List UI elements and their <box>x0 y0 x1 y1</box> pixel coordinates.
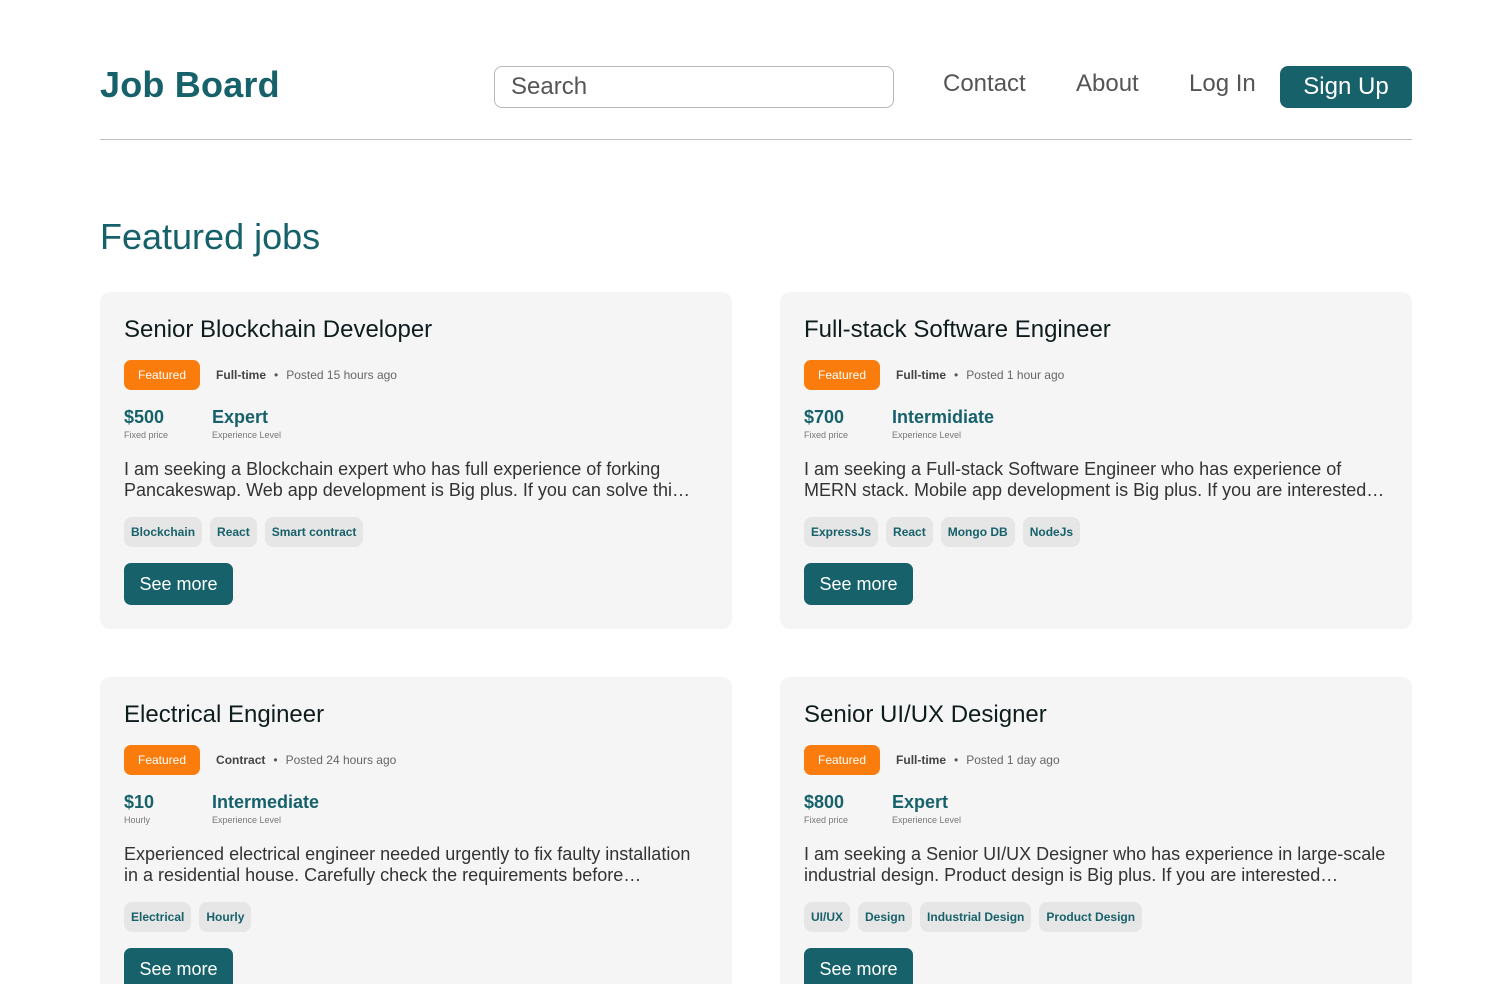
see-more-button[interactable]: See more <box>804 948 913 984</box>
job-description: I am seeking a Blockchain expert who has… <box>124 459 690 500</box>
price-value: $800 <box>804 792 845 812</box>
job-description: Experienced electrical engineer needed u… <box>124 844 691 885</box>
skill-tag[interactable]: UI/UX <box>804 902 851 932</box>
header-divider <box>100 139 1412 140</box>
skill-tag[interactable]: NodeJs <box>1022 517 1081 547</box>
header: Job Board Contact About Log In Sign Up <box>100 56 1412 118</box>
skill-tag[interactable]: Blockchain <box>124 517 203 547</box>
posted-time: Posted 15 hours ago <box>286 368 397 382</box>
price-value: $700 <box>804 407 845 427</box>
sign-up-button[interactable]: Sign Up <box>1280 66 1412 108</box>
posted-time: Posted 1 day ago <box>966 753 1060 767</box>
nav-about-link[interactable]: About <box>1076 70 1139 98</box>
skill-tag[interactable]: ExpressJs <box>804 517 879 547</box>
price-stat: $700 Fixed price <box>804 406 848 440</box>
level-stat: Expert Experience Level <box>892 791 961 825</box>
featured-badge: Featured <box>804 360 881 390</box>
nav-login-link[interactable]: Log In <box>1189 70 1256 98</box>
separator-dot: • <box>954 368 959 382</box>
see-more-button[interactable]: See more <box>804 563 913 605</box>
posted-time: Posted 1 hour ago <box>966 368 1065 382</box>
level-label: Experience Level <box>892 430 962 440</box>
job-card: Senior Blockchain Developer Featured Ful… <box>100 292 732 629</box>
logo[interactable]: Job Board <box>100 64 280 106</box>
job-description: I am seeking a Senior UI/UX Designer who… <box>804 844 1386 885</box>
price-label: Hourly <box>124 815 151 825</box>
level-value: Expert <box>212 407 269 427</box>
job-title[interactable]: Senior UI/UX Designer <box>804 701 1047 729</box>
level-label: Experience Level <box>212 430 282 440</box>
job-title[interactable]: Senior Blockchain Developer <box>124 316 432 344</box>
price-value: $10 <box>124 792 155 812</box>
tag-list: Electrical Hourly <box>124 902 252 932</box>
page: Job Board Contact About Log In Sign Up F… <box>0 0 1512 984</box>
level-stat: Expert Experience Level <box>212 406 281 440</box>
see-more-button[interactable]: See more <box>124 948 233 984</box>
tag-list: ExpressJs React Mongo DB NodeJs <box>804 517 1081 547</box>
separator-dot: • <box>274 368 279 382</box>
search-input[interactable] <box>494 66 894 108</box>
skill-tag[interactable]: React <box>886 517 933 547</box>
job-type: Full-time <box>896 368 947 382</box>
skill-tag[interactable]: React <box>210 517 257 547</box>
price-label: Fixed price <box>804 815 849 825</box>
price-label: Fixed price <box>804 430 849 440</box>
featured-badge: Featured <box>124 360 201 390</box>
skill-tag[interactable]: Product Design <box>1039 902 1143 932</box>
skill-tag[interactable]: Hourly <box>199 902 252 932</box>
job-meta: Featured Full-time • Posted 1 hour ago <box>804 360 1064 390</box>
price-label: Fixed price <box>124 430 169 440</box>
level-label: Experience Level <box>212 815 282 825</box>
job-title[interactable]: Full-stack Software Engineer <box>804 316 1111 344</box>
job-title[interactable]: Electrical Engineer <box>124 701 324 729</box>
job-meta: Featured Full-time • Posted 1 day ago <box>804 745 1060 775</box>
level-stat: Intermediate Experience Level <box>212 791 319 825</box>
job-meta: Featured Full-time • Posted 15 hours ago <box>124 360 397 390</box>
level-stat: Intermidiate Experience Level <box>892 406 994 440</box>
job-card: Electrical Engineer Featured Contract • … <box>100 677 732 984</box>
separator-dot: • <box>954 753 959 767</box>
job-type: Contract <box>216 753 266 767</box>
featured-badge: Featured <box>124 745 201 775</box>
section-title: Featured jobs <box>100 216 321 257</box>
skill-tag[interactable]: Electrical <box>124 902 192 932</box>
level-value: Intermidiate <box>892 407 995 427</box>
nav-contact-link[interactable]: Contact <box>943 70 1026 98</box>
tag-list: Blockchain React Smart contract <box>124 517 364 547</box>
level-value: Intermediate <box>212 792 320 812</box>
posted-time: Posted 24 hours ago <box>285 753 397 767</box>
job-card: Senior UI/UX Designer Featured Full-time… <box>780 677 1412 984</box>
level-value: Expert <box>892 792 949 812</box>
price-stat: $500 Fixed price <box>124 406 168 440</box>
skill-tag[interactable]: Smart contract <box>264 517 364 547</box>
separator-dot: • <box>273 753 278 767</box>
job-description: I am seeking a Full-stack Software Engin… <box>804 459 1385 500</box>
skill-tag[interactable]: Design <box>858 902 913 932</box>
featured-badge: Featured <box>804 745 881 775</box>
price-stat: $10 Hourly <box>124 791 154 825</box>
job-type: Full-time <box>896 753 947 767</box>
see-more-button[interactable]: See more <box>124 563 233 605</box>
price-stat: $800 Fixed price <box>804 791 848 825</box>
skill-tag[interactable]: Industrial Design <box>920 902 1032 932</box>
job-meta: Featured Contract • Posted 24 hours ago <box>124 745 396 775</box>
skill-tag[interactable]: Mongo DB <box>940 517 1015 547</box>
tag-list: UI/UX Design Industrial Design Product D… <box>804 902 1143 932</box>
job-type: Full-time <box>216 368 267 382</box>
level-label: Experience Level <box>892 815 962 825</box>
job-card: Full-stack Software Engineer Featured Fu… <box>780 292 1412 629</box>
price-value: $500 <box>124 407 165 427</box>
